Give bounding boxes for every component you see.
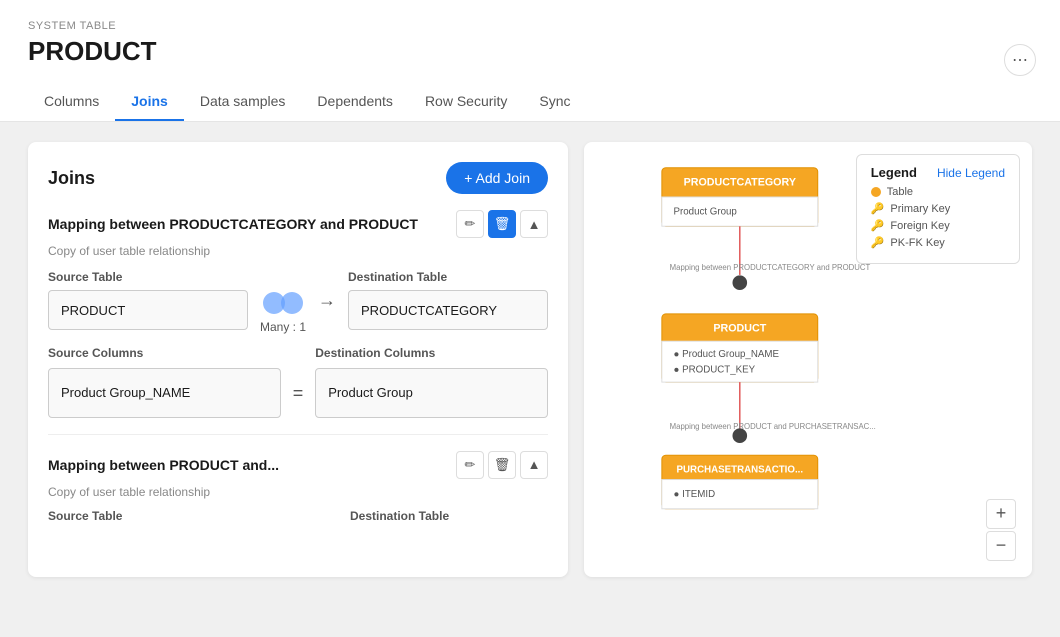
legend-label: Legend (871, 165, 917, 180)
diagram-panel: PRODUCTCATEGORY Product Group Mapping be… (584, 142, 1032, 577)
tab-columns[interactable]: Columns (28, 83, 115, 121)
zoom-out-button[interactable]: − (986, 531, 1016, 561)
tab-dependents[interactable]: Dependents (301, 83, 409, 121)
mapping-2-header: Mapping between PRODUCT and... ✏ 🗑 ▲ (48, 451, 548, 479)
tab-sync[interactable]: Sync (523, 83, 586, 121)
source-columns-section: Source Columns Product Group_NAME (48, 346, 281, 418)
legend-pk-icon: 🔑 (871, 202, 885, 215)
svg-text:● ITEMID: ● ITEMID (674, 489, 716, 500)
venn-right (281, 292, 303, 314)
destination-table-label: Destination Table (348, 270, 548, 284)
mapping-1-tables-row: Source Table PRODUCT Many : 1 → Destinat… (48, 270, 548, 334)
mapping-2-actions: ✏ 🗑 ▲ (456, 451, 548, 479)
svg-text:PRODUCT: PRODUCT (713, 322, 766, 334)
mapping-1-edit-button[interactable]: ✏ (456, 210, 484, 238)
arrow-line: → (318, 270, 336, 311)
svg-text:PURCHASETRANSACTIO...: PURCHASETRANSACTIO... (677, 465, 804, 476)
legend-item-table: Table (871, 186, 1005, 198)
page-header: SYSTEM TABLE PRODUCT ⋯ Columns Joins Dat… (0, 0, 1060, 122)
tabs-nav: Columns Joins Data samples Dependents Ro… (28, 83, 1032, 121)
destination-table-box: PRODUCTCATEGORY (348, 290, 548, 330)
add-join-button[interactable]: + Add Join (446, 162, 548, 194)
mapping-2-dest-section: Destination Table (350, 509, 548, 529)
mapping-2-source-label: Source Table (48, 509, 246, 523)
mapping-block-2: Mapping between PRODUCT and... ✏ 🗑 ▲ Cop… (48, 451, 548, 557)
venn-diagram (263, 290, 303, 316)
joins-panel-header: Joins + Add Join (48, 162, 548, 194)
tab-data-samples[interactable]: Data samples (184, 83, 302, 121)
legend-item-pkfk: 🔑 PK-FK Key (871, 236, 1005, 249)
source-table-section: Source Table PRODUCT (48, 270, 248, 330)
mapping-2-edit-button[interactable]: ✏ (456, 451, 484, 479)
source-table-label: Source Table (48, 270, 248, 284)
mapping-2-source-section: Source Table (48, 509, 246, 529)
mapping-1-columns-row: Source Columns Product Group_NAME = Dest… (48, 346, 548, 418)
destination-table-section: Destination Table PRODUCTCATEGORY (348, 270, 548, 330)
legend-table-dot (871, 187, 881, 197)
mapping-1-actions: ✏ 🗑 ▲ (456, 210, 548, 238)
source-columns-label: Source Columns (48, 346, 281, 362)
mapping-2-delete-button[interactable]: 🗑 (488, 451, 516, 479)
legend-item-pk: 🔑 Primary Key (871, 202, 1005, 215)
mapping-2-tables-row: Source Table Destination Table (48, 509, 548, 529)
svg-text:PRODUCTCATEGORY: PRODUCTCATEGORY (684, 176, 796, 188)
join-type-label: Many : 1 (260, 320, 306, 334)
system-label: SYSTEM TABLE (28, 20, 1032, 32)
joins-panel: Joins + Add Join Mapping between PRODUCT… (28, 142, 568, 577)
join-type-box: Many : 1 (260, 270, 306, 334)
destination-column-box: Product Group (315, 368, 548, 418)
tab-row-security[interactable]: Row Security (409, 83, 523, 121)
legend-table-label: Table (887, 186, 913, 198)
source-column-box: Product Group_NAME (48, 368, 281, 418)
mapping-1-collapse-button[interactable]: ▲ (520, 210, 548, 238)
svg-text:Mapping between PRODUCT and PU: Mapping between PRODUCT and PURCHASETRAN… (670, 422, 876, 431)
mapping-1-subtitle: Copy of user table relationship (48, 244, 548, 258)
source-table-box: PRODUCT (48, 290, 248, 330)
mapping-1-title: Mapping between PRODUCTCATEGORY and PROD… (48, 216, 456, 232)
legend-title: Legend Hide Legend (871, 165, 1005, 180)
content-area: Joins + Add Join Mapping between PRODUCT… (0, 122, 1060, 597)
mapping-block-1: Mapping between PRODUCTCATEGORY and PROD… (48, 210, 548, 435)
legend-item-fk: 🔑 Foreign Key (871, 219, 1005, 232)
zoom-in-button[interactable]: + (986, 499, 1016, 529)
legend-pk-label: Primary Key (890, 203, 950, 215)
more-options-button[interactable]: ⋯ (1004, 44, 1036, 76)
svg-text:● Product Group_NAME: ● Product Group_NAME (674, 349, 780, 360)
mapping-1-header: Mapping between PRODUCTCATEGORY and PROD… (48, 210, 548, 238)
destination-columns-section: Destination Columns Product Group (315, 346, 548, 418)
page-title: PRODUCT (28, 36, 1032, 67)
legend-pkfk-icon: 🔑 (871, 236, 885, 249)
legend-fk-icon: 🔑 (871, 219, 885, 232)
mapping-2-dest-label: Destination Table (350, 509, 548, 523)
legend-fk-label: Foreign Key (890, 220, 949, 232)
svg-text:Mapping between PRODUCTCATEGOR: Mapping between PRODUCTCATEGORY and PROD… (670, 263, 871, 272)
svg-text:Product Group: Product Group (674, 207, 737, 218)
legend-pkfk-label: PK-FK Key (890, 237, 944, 249)
zoom-controls: + − (986, 499, 1016, 561)
svg-text:● PRODUCT_KEY: ● PRODUCT_KEY (674, 364, 756, 375)
mapping-2-subtitle: Copy of user table relationship (48, 485, 548, 499)
legend-box: Legend Hide Legend Table 🔑 Primary Key 🔑… (856, 154, 1020, 264)
mapping-1-delete-button[interactable]: 🗑 (488, 210, 516, 238)
tab-joins[interactable]: Joins (115, 83, 184, 121)
destination-columns-label: Destination Columns (315, 346, 548, 362)
mapping-2-title: Mapping between PRODUCT and... (48, 457, 456, 473)
joins-panel-title: Joins (48, 168, 95, 189)
hide-legend-button[interactable]: Hide Legend (937, 166, 1005, 180)
mapping-2-collapse-button[interactable]: ▲ (520, 451, 548, 479)
equals-sign: = (293, 359, 304, 404)
